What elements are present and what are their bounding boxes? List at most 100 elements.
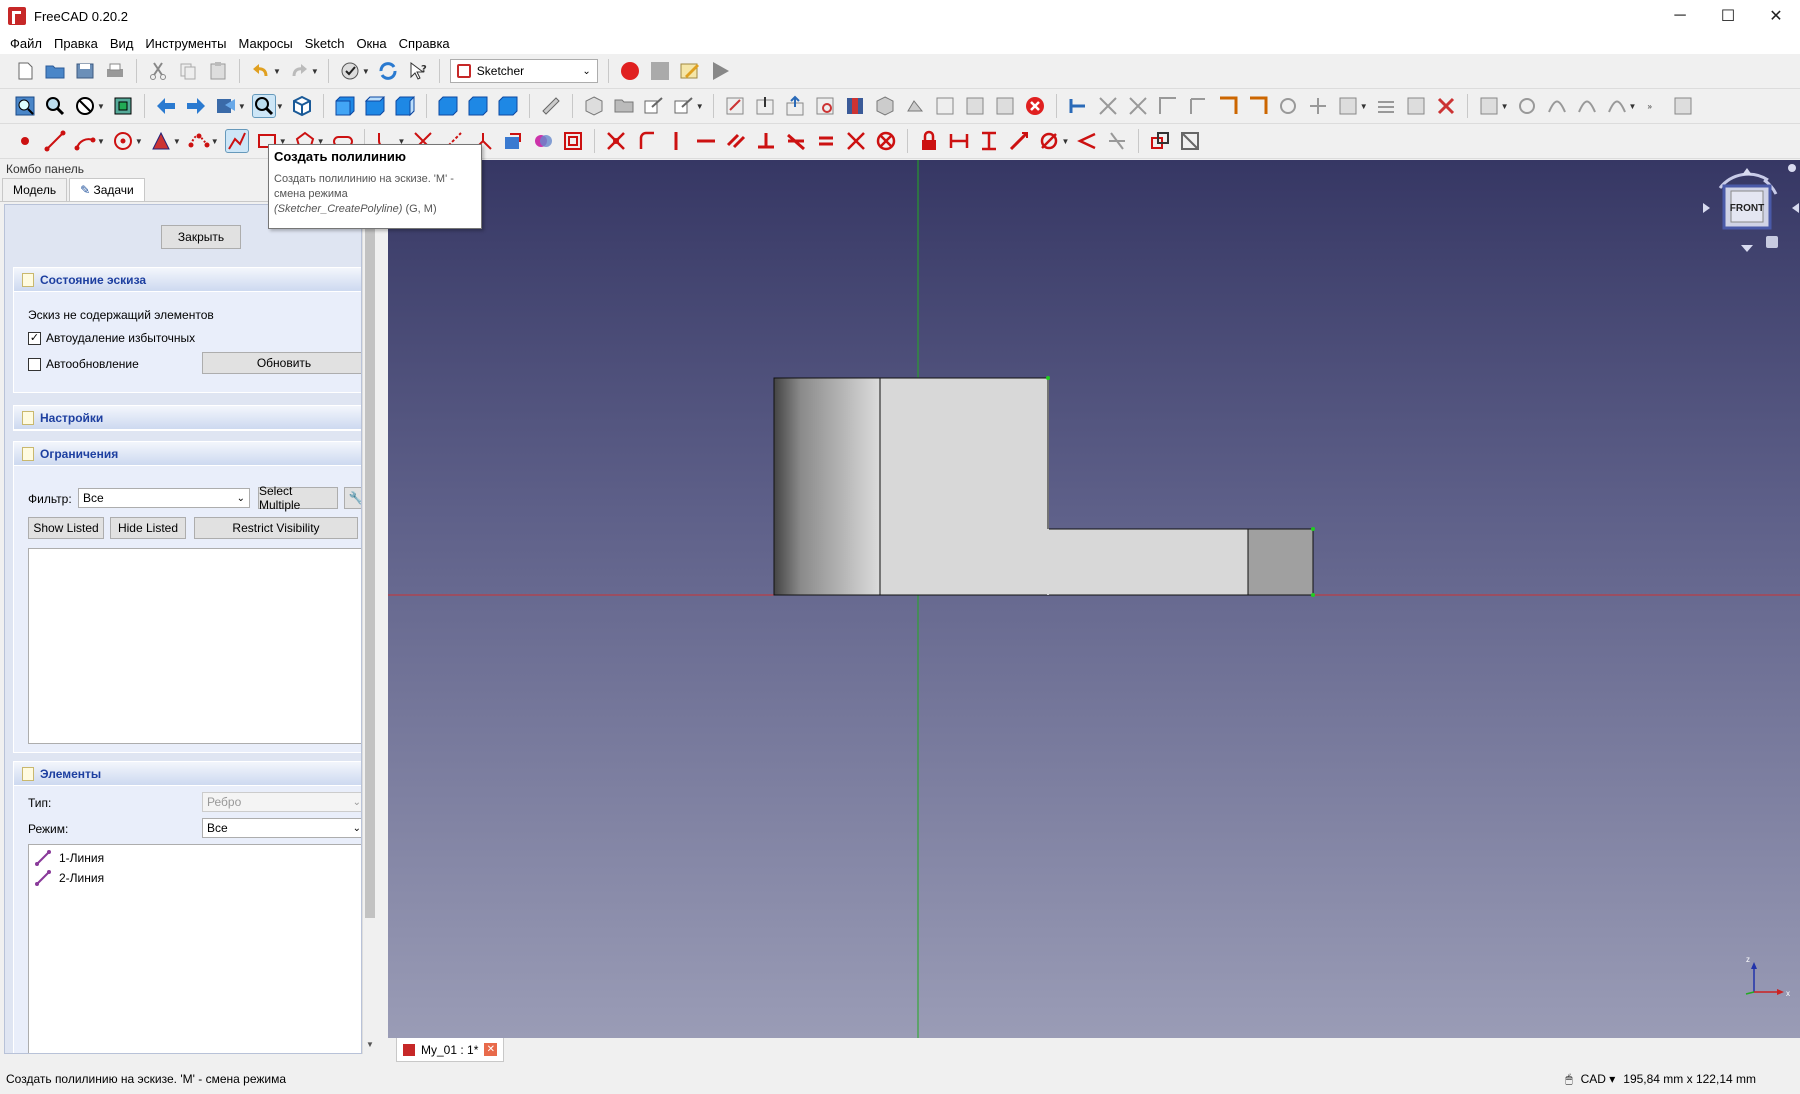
list-item[interactable]: 2-Линия	[35, 869, 104, 887]
select-constraints-icon[interactable]	[1066, 94, 1090, 118]
bottom-view-icon[interactable]	[466, 94, 490, 118]
task-panel-scrollbar[interactable]: ▲ ▼	[362, 204, 376, 1054]
parallel-constraint-icon[interactable]	[724, 129, 748, 153]
select-redundant-icon[interactable]	[1186, 94, 1210, 118]
sketch-point[interactable]	[1046, 376, 1050, 380]
nav-cube-menu-icon[interactable]	[1788, 164, 1796, 172]
view-sketch-icon[interactable]	[813, 94, 837, 118]
leave-sketch-icon[interactable]	[783, 94, 807, 118]
clone-icon[interactable]	[1336, 94, 1360, 118]
maximize-button[interactable]: ☐	[1704, 0, 1752, 32]
part-icon[interactable]	[582, 94, 606, 118]
group-icon[interactable]	[612, 94, 636, 118]
external-geometry-icon[interactable]	[501, 129, 525, 153]
navigation-cube[interactable]: FRONT	[1703, 164, 1799, 252]
map-sketch-icon[interactable]	[873, 94, 897, 118]
menu-edit[interactable]: Правка	[48, 36, 104, 51]
copy-icon[interactable]	[176, 59, 200, 83]
whats-this-icon[interactable]: ?	[406, 59, 430, 83]
select-malformed-icon[interactable]	[1246, 94, 1270, 118]
nav-up-arrow-icon[interactable]	[1742, 168, 1752, 175]
close-window-button[interactable]: ✕	[1752, 0, 1800, 32]
right-view-icon[interactable]	[393, 94, 417, 118]
mirror-sketch-icon[interactable]	[993, 94, 1017, 118]
nav-left-arrow-icon[interactable]	[1703, 203, 1710, 213]
sketch-state-header[interactable]: Состояние эскиза	[14, 268, 361, 292]
auto-update-checkbox[interactable]	[28, 358, 41, 371]
bounding-box-icon[interactable]	[111, 94, 135, 118]
point-on-object-icon[interactable]	[634, 129, 658, 153]
list-item[interactable]: 1-Линия	[35, 849, 104, 867]
tab-tasks[interactable]: ✎ Задачи	[69, 178, 145, 201]
close-tab-icon[interactable]: ✕	[484, 1043, 498, 1056]
menu-file[interactable]: Файл	[4, 36, 48, 51]
restrict-visibility-button[interactable]: Restrict Visibility	[194, 517, 358, 539]
record-macro-icon[interactable]	[618, 59, 642, 83]
remove-axes-alignment-icon[interactable]	[1404, 94, 1428, 118]
menu-sketch[interactable]: Sketch	[299, 36, 351, 51]
sketch-canvas[interactable]: FRONT z x	[388, 160, 1800, 1038]
menu-windows[interactable]: Окна	[350, 36, 392, 51]
redo-icon[interactable]	[287, 59, 311, 83]
settings-header[interactable]: Настройки	[14, 406, 361, 430]
recompute-icon[interactable]	[376, 59, 400, 83]
snell-law-icon[interactable]	[1105, 129, 1129, 153]
sketch-point[interactable]	[1311, 593, 1315, 597]
link-nav-dropdown-icon[interactable]: ▼	[238, 102, 246, 111]
construction-mode-icon[interactable]	[561, 129, 585, 153]
draw-style-dropdown-icon[interactable]: ▼	[97, 102, 105, 111]
select-horizontal-axis-icon[interactable]	[1156, 94, 1180, 118]
diameter-constraint-icon[interactable]	[1037, 129, 1061, 153]
3d-view[interactable]: FRONT z x	[388, 160, 1800, 1038]
bspline-create-dropdown-icon[interactable]: ▼	[211, 137, 219, 146]
workbench-selector[interactable]: Sketcher ⌄	[449, 59, 598, 83]
fit-all-icon[interactable]	[13, 94, 37, 118]
select-conflicting-icon[interactable]	[1216, 94, 1240, 118]
toggle-driving-icon[interactable]	[1148, 129, 1172, 153]
undo-dropdown-icon[interactable]: ▼	[273, 67, 281, 76]
elements-list[interactable]: 1-Линия 2-Линия	[28, 844, 361, 1053]
delete-all-geometry-icon[interactable]	[1434, 94, 1458, 118]
circle-dropdown-icon[interactable]: ▼	[135, 137, 143, 146]
measure-icon[interactable]	[539, 94, 563, 118]
arc-dropdown-icon[interactable]: ▼	[97, 137, 105, 146]
conic-dropdown-icon[interactable]: ▼	[173, 137, 181, 146]
elements-header[interactable]: Элементы	[14, 762, 361, 786]
toggle-active-icon[interactable]	[1178, 129, 1202, 153]
workbench-switch-icon[interactable]	[1671, 94, 1695, 118]
constraints-list[interactable]	[28, 548, 361, 744]
new-sketch-icon[interactable]	[723, 94, 747, 118]
front-view-icon[interactable]	[333, 94, 357, 118]
redo-dropdown-icon[interactable]: ▼	[311, 67, 319, 76]
stop-operation-icon[interactable]	[1023, 94, 1047, 118]
auto-remove-checkbox[interactable]: ✓	[28, 332, 41, 345]
back-arrow-icon[interactable]	[154, 94, 178, 118]
bspline-increase-icon[interactable]	[1605, 94, 1629, 118]
scroll-down-icon[interactable]: ▼	[363, 1040, 377, 1054]
filter-select[interactable]: Все ⌄	[78, 488, 250, 508]
nav-down-arrow-icon[interactable]	[1741, 245, 1753, 252]
save-icon[interactable]	[73, 59, 97, 83]
polyline-icon[interactable]	[224, 129, 249, 153]
isometric-view-icon[interactable]	[290, 94, 314, 118]
minimize-button[interactable]: ─	[1656, 0, 1704, 32]
undo-icon[interactable]	[249, 59, 273, 83]
lock-constraint-icon[interactable]	[917, 129, 941, 153]
fit-selection-icon[interactable]	[43, 94, 67, 118]
select-vertical-axis-icon[interactable]	[1126, 94, 1150, 118]
link-actions-icon[interactable]	[672, 94, 696, 118]
refresh-dropdown-icon[interactable]: ▼	[362, 67, 370, 76]
toggle-construction-icon[interactable]	[1477, 94, 1501, 118]
hide-listed-button[interactable]: Hide Listed	[110, 517, 186, 539]
merge-sketches-icon[interactable]	[963, 94, 987, 118]
edit-macro-icon[interactable]	[678, 59, 702, 83]
horizontal-constraint-icon[interactable]	[694, 129, 718, 153]
show-listed-button[interactable]: Show Listed	[28, 517, 104, 539]
bspline-create-icon[interactable]	[187, 129, 211, 153]
nav-right-arrow-icon[interactable]	[1792, 203, 1799, 213]
rectangular-array-icon[interactable]	[1374, 94, 1398, 118]
arc-icon[interactable]	[73, 129, 97, 153]
edit-sketch-icon[interactable]	[753, 94, 777, 118]
update-button[interactable]: Обновить	[202, 352, 361, 374]
select-origin-icon[interactable]	[1096, 94, 1120, 118]
